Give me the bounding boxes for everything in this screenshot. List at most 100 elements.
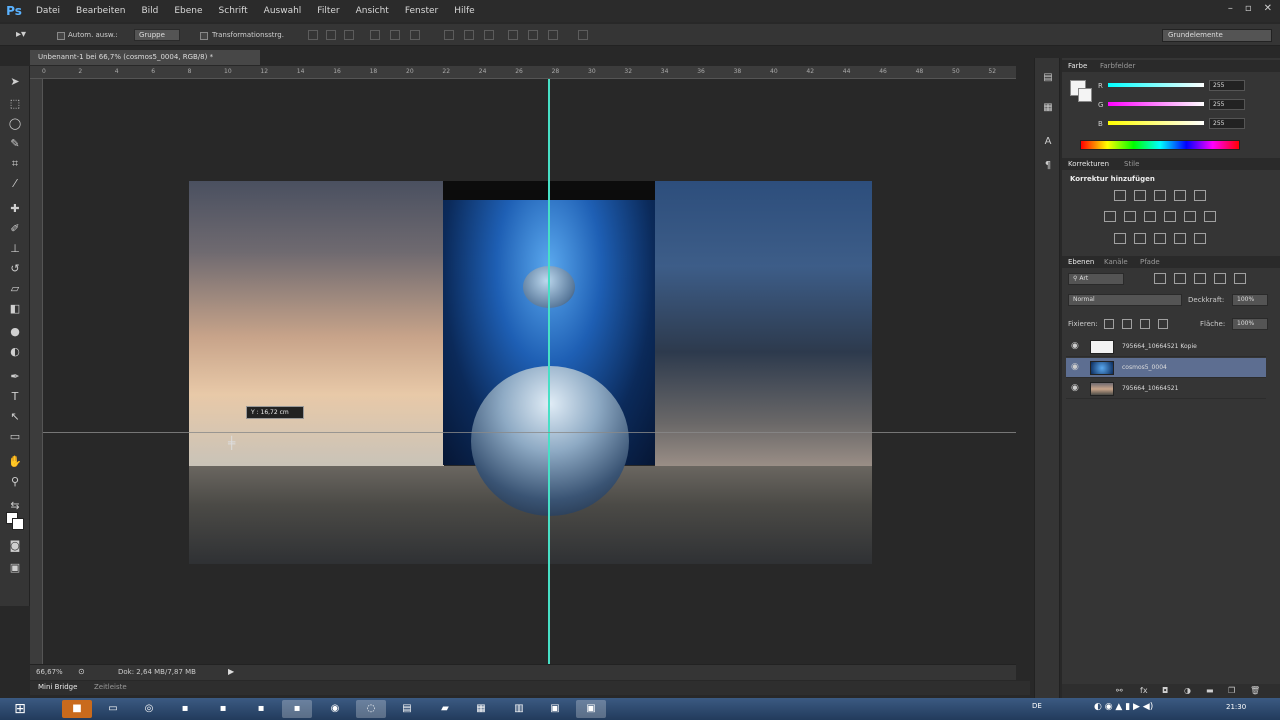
- tab-ebenen[interactable]: Ebenen: [1068, 258, 1094, 266]
- layer-filter-dropdown[interactable]: ⚲ Art: [1068, 273, 1124, 285]
- r-slider[interactable]: [1108, 83, 1204, 87]
- lock-position-icon[interactable]: [1140, 319, 1150, 329]
- exposure-icon[interactable]: [1174, 190, 1186, 201]
- taskbar-notes-icon[interactable]: ▤: [392, 700, 422, 718]
- tray-icons[interactable]: ◐ ◉ ▲ ▮ ▶ ◀): [1094, 702, 1153, 712]
- auto-select-dropdown[interactable]: Gruppe: [134, 29, 180, 41]
- blend-mode-dropdown[interactable]: Normal: [1068, 294, 1182, 306]
- zoom-level[interactable]: 66,67%: [36, 668, 63, 676]
- brightness-contrast-icon[interactable]: [1114, 190, 1126, 201]
- taskbar-app-icon[interactable]: ■: [62, 700, 92, 718]
- filter-shape-icon[interactable]: [1214, 273, 1226, 284]
- align-hcenter-icon[interactable]: [390, 30, 400, 40]
- color-panel-background-swatch[interactable]: [1078, 88, 1092, 102]
- ruler-vertical[interactable]: [30, 79, 43, 664]
- r-value-input[interactable]: 255: [1209, 80, 1245, 91]
- b-slider[interactable]: [1108, 121, 1204, 125]
- history-panel-icon[interactable]: ▤: [1041, 72, 1055, 86]
- filter-adjustment-icon[interactable]: [1174, 273, 1186, 284]
- opacity-input[interactable]: 100%: [1232, 294, 1268, 306]
- taskbar-explorer-icon[interactable]: ▭: [98, 700, 128, 718]
- visibility-eye-icon[interactable]: ◉: [1071, 341, 1079, 351]
- clock[interactable]: 21:30: [1226, 703, 1246, 711]
- layer-row[interactable]: ◉ cosmos5_0004: [1066, 358, 1266, 378]
- menu-fenster[interactable]: Fenster: [397, 6, 446, 16]
- gradient-tool-icon[interactable]: ◧: [7, 301, 23, 317]
- lock-transparency-icon[interactable]: [1104, 319, 1114, 329]
- taskbar-app2-icon[interactable]: ▪: [208, 700, 238, 718]
- menu-bearbeiten[interactable]: Bearbeiten: [68, 6, 133, 16]
- g-value-input[interactable]: 255: [1209, 99, 1245, 110]
- filter-type-icon[interactable]: [1194, 273, 1206, 284]
- menu-filter[interactable]: Filter: [309, 6, 347, 16]
- path-selection-tool-icon[interactable]: ↖: [7, 409, 23, 425]
- hand-tool-icon[interactable]: ✋: [7, 454, 23, 470]
- new-group-icon[interactable]: ▬: [1206, 686, 1214, 695]
- type-tool-icon[interactable]: T: [7, 389, 23, 405]
- posterize-icon[interactable]: [1134, 233, 1146, 244]
- layer-row[interactable]: ◉ 795664_10664521: [1066, 379, 1266, 399]
- move-tool-preset-icon[interactable]: ▸▾: [16, 29, 26, 40]
- quick-selection-tool-icon[interactable]: ✎: [7, 136, 23, 152]
- menu-ansicht[interactable]: Ansicht: [348, 6, 397, 16]
- add-mask-icon[interactable]: ◘: [1162, 686, 1168, 695]
- taskbar-excel-icon[interactable]: ▦: [466, 700, 496, 718]
- tab-timeline[interactable]: Zeitleiste: [94, 683, 127, 691]
- visibility-eye-icon[interactable]: ◉: [1071, 383, 1079, 393]
- pen-tool-icon[interactable]: ✒: [7, 369, 23, 385]
- new-adjustment-icon[interactable]: ◑: [1184, 686, 1191, 695]
- shape-tool-icon[interactable]: ▭: [7, 429, 23, 445]
- menu-hilfe[interactable]: Hilfe: [446, 6, 482, 16]
- vibrance-icon[interactable]: [1194, 190, 1206, 201]
- horizontal-guide[interactable]: [43, 432, 1016, 433]
- auto-select-checkbox[interactable]: [57, 32, 65, 40]
- vertical-guide[interactable]: [548, 79, 550, 664]
- properties-panel-icon[interactable]: ▦: [1041, 102, 1055, 116]
- tab-farbfelder[interactable]: Farbfelder: [1100, 62, 1135, 70]
- zoom-tool-icon[interactable]: ⚲: [7, 474, 23, 490]
- b-value-input[interactable]: 255: [1209, 118, 1245, 129]
- align-top-icon[interactable]: [308, 30, 318, 40]
- channel-mixer-icon[interactable]: [1184, 211, 1196, 222]
- document-canvas[interactable]: [189, 181, 872, 564]
- align-vcenter-icon[interactable]: [326, 30, 336, 40]
- filter-smart-object-icon[interactable]: [1234, 273, 1246, 284]
- align-right-icon[interactable]: [410, 30, 420, 40]
- clone-stamp-tool-icon[interactable]: ⊥: [7, 241, 23, 257]
- threshold-icon[interactable]: [1154, 233, 1166, 244]
- taskbar-app3-icon[interactable]: ▣: [540, 700, 570, 718]
- start-button-icon[interactable]: ⊞: [6, 698, 34, 720]
- invert-icon[interactable]: [1114, 233, 1126, 244]
- close-button[interactable]: ✕: [1264, 3, 1272, 14]
- ruler-horizontal[interactable]: 0 2 4 6 8 10 12 14 16 18 20 22 24 26 28 30 32 34 36 38 40 42 4…: [30, 66, 1016, 79]
- history-brush-tool-icon[interactable]: ↺: [7, 261, 23, 277]
- new-layer-icon[interactable]: ❐: [1228, 686, 1235, 695]
- blur-tool-icon[interactable]: ●: [7, 324, 23, 340]
- taskbar-ie-icon[interactable]: ◎: [134, 700, 164, 718]
- color-spectrum-bar[interactable]: [1080, 140, 1240, 150]
- visibility-eye-icon[interactable]: ◉: [1071, 362, 1079, 372]
- distribute-right-icon[interactable]: [548, 30, 558, 40]
- align-bottom-icon[interactable]: [344, 30, 354, 40]
- lock-all-icon[interactable]: [1158, 319, 1168, 329]
- distribute-vcenter-icon[interactable]: [464, 30, 474, 40]
- link-layers-icon[interactable]: ⚯: [1116, 686, 1123, 695]
- distribute-left-icon[interactable]: [508, 30, 518, 40]
- auto-align-icon[interactable]: [578, 30, 588, 40]
- menu-auswahl[interactable]: Auswahl: [256, 6, 310, 16]
- taskbar-folder-icon[interactable]: ▰: [430, 700, 460, 718]
- paragraph-panel-icon[interactable]: ¶: [1041, 160, 1055, 174]
- language-indicator[interactable]: DE: [1032, 702, 1042, 710]
- background-color-swatch[interactable]: [12, 518, 24, 530]
- tab-pfade[interactable]: Pfade: [1140, 258, 1160, 266]
- tab-farbe[interactable]: Farbe: [1068, 62, 1087, 70]
- selective-color-icon[interactable]: [1194, 233, 1206, 244]
- healing-brush-tool-icon[interactable]: ✚: [7, 201, 23, 217]
- distribute-hcenter-icon[interactable]: [528, 30, 538, 40]
- eyedropper-tool-icon[interactable]: ⁄: [7, 176, 23, 192]
- tab-korrekturen[interactable]: Korrekturen: [1068, 160, 1109, 168]
- black-white-icon[interactable]: [1144, 211, 1156, 222]
- filter-pixel-icon[interactable]: [1154, 273, 1166, 284]
- photo-filter-icon[interactable]: [1164, 211, 1176, 222]
- lasso-tool-icon[interactable]: ◯: [7, 116, 23, 132]
